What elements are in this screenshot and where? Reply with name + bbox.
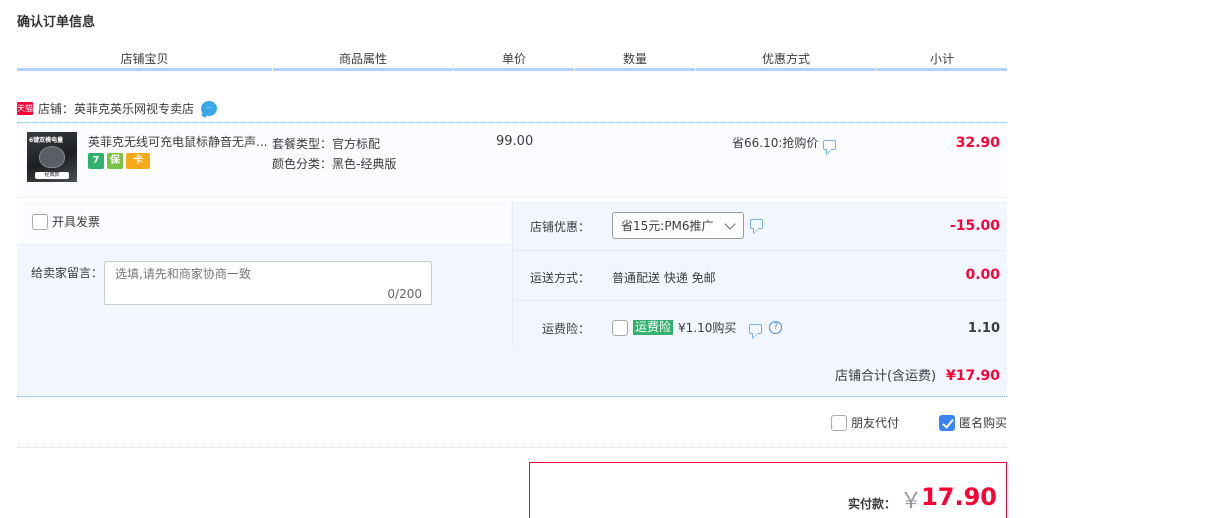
shipping-method: 普通配送 快递 免邮 xyxy=(612,271,716,285)
pay-label: 实付款： xyxy=(847,497,896,511)
thumbnail-caption: 6键双模电量 xyxy=(29,137,64,144)
message-icon[interactable] xyxy=(749,323,763,334)
anonymous-option[interactable]: 匿名购买 xyxy=(939,414,1007,431)
shop-total: 店铺合计(含运费) ¥17.90 xyxy=(700,365,1000,384)
credit-card-icon[interactable]: 卡 xyxy=(126,153,150,169)
shop-discount-select[interactable]: 省15元:PM6推广 xyxy=(612,212,744,239)
memo-char-count: 0/200 xyxy=(387,287,422,301)
invoice-label: 开具发票 xyxy=(52,215,101,229)
shipping-label: 运送方式： xyxy=(529,271,590,285)
header-unit-price: 单价 xyxy=(501,52,526,66)
page-title: 确认订单信息 xyxy=(17,15,96,30)
header-bar-segment xyxy=(877,68,1007,71)
header-bar-segment xyxy=(454,68,574,71)
insurance-label: 运费险： xyxy=(541,322,590,336)
shop-discount-selected: 省15元:PM6推广 xyxy=(621,219,714,233)
product-thumbnail[interactable]: 6键双模电量 经典款 xyxy=(27,132,77,182)
header-attributes: 商品属性 xyxy=(338,52,387,66)
insurance-amount: 1.10 xyxy=(967,321,1000,336)
guarantee-icon[interactable]: 保 xyxy=(107,153,123,169)
shop-discount-amount: -15.00 xyxy=(949,218,1000,234)
attr-color-value: 黑色-经典版 xyxy=(332,157,397,171)
attr-color-key: 颜色分类： xyxy=(272,157,333,171)
header-bar-segment xyxy=(17,68,272,71)
message-icon[interactable] xyxy=(823,140,837,150)
seven-day-return-icon[interactable]: 7 xyxy=(88,153,104,169)
header-bar-segment xyxy=(696,68,876,71)
memo-input[interactable] xyxy=(115,267,415,281)
pay-amount: 17.90 xyxy=(921,483,997,511)
insurance-price: ¥1.10购买 xyxy=(678,321,737,335)
shop-row: 天猫 店铺：英菲克英乐网视专卖店 ··· xyxy=(17,98,218,118)
help-icon[interactable]: ? xyxy=(769,321,783,334)
currency-symbol: ￥ xyxy=(899,489,922,514)
shop-total-label: 店铺合计(含运费) xyxy=(834,369,937,384)
header-subtotal: 小计 xyxy=(929,52,954,66)
memo-label: 给卖家留言： xyxy=(31,266,104,280)
invoice-option[interactable]: 开具发票 xyxy=(32,213,100,230)
unit-price: 99.00 xyxy=(496,134,534,149)
chevron-down-icon xyxy=(724,218,736,230)
friend-pay-checkbox[interactable] xyxy=(831,414,847,431)
attr-package-value: 官方标配 xyxy=(332,137,381,151)
message-icon[interactable] xyxy=(750,219,763,229)
header-quantity: 数量 xyxy=(622,52,647,66)
attr-package: 套餐类型：官方标配 xyxy=(272,135,380,152)
mouse-image xyxy=(39,146,65,168)
friend-pay-label: 朋友代付 xyxy=(851,416,900,430)
item-discount-text: 省66.10:抢购价 xyxy=(732,136,819,150)
anonymous-checkbox[interactable] xyxy=(939,414,955,431)
insurance-option[interactable]: 运费险 ¥1.10购买 ? xyxy=(612,319,783,336)
insurance-tag: 运费险 xyxy=(633,320,674,335)
thumbnail-caption-bottom: 经典款 xyxy=(35,172,69,179)
insurance-checkbox[interactable] xyxy=(612,319,628,336)
header-bar-segment xyxy=(575,68,695,71)
item-subtotal: 32.90 xyxy=(955,135,1000,151)
header-discount: 优惠方式 xyxy=(761,52,810,66)
friend-pay-option[interactable]: 朋友代付 xyxy=(831,414,899,431)
attr-package-key: 套餐类型： xyxy=(272,137,333,151)
anonymous-label: 匿名购买 xyxy=(959,416,1008,430)
shipping-amount: 0.00 xyxy=(965,267,1000,283)
header-shop-item: 店铺宝贝 xyxy=(120,52,169,66)
service-icons: 7 保 卡 xyxy=(88,153,150,169)
pay-summary-box: 实付款： ￥ 17.90 xyxy=(529,462,1007,518)
item-discount: 省66.10:抢购价 xyxy=(732,134,837,151)
chat-bubble-icon[interactable]: ··· xyxy=(201,100,218,116)
shop-name-link[interactable]: 店铺：英菲克英乐网视专卖店 xyxy=(38,100,194,117)
shop-total-amount: ¥17.90 xyxy=(945,368,1000,384)
memo-box[interactable]: 0/200 xyxy=(104,261,432,305)
tmall-badge-icon: 天猫 xyxy=(17,101,33,115)
header-bar-segment xyxy=(273,68,453,71)
shop-discount-label: 店铺优惠： xyxy=(529,220,590,234)
product-title-link[interactable]: 英菲克无线可充电鼠标静音无声... xyxy=(88,133,268,150)
invoice-checkbox[interactable] xyxy=(32,213,48,230)
attr-color: 颜色分类：黑色-经典版 xyxy=(272,155,396,172)
